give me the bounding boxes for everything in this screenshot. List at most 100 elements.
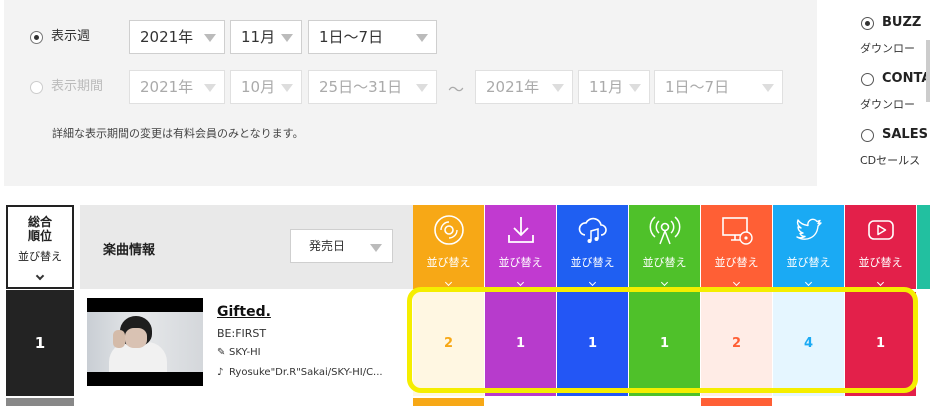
radio-column-header[interactable]: 並び替え [629, 205, 700, 289]
radio-sort-label: 並び替え [642, 256, 687, 269]
twitter-rank-cell: 4 [773, 292, 844, 396]
music-note-icon: ♪ [217, 367, 224, 378]
week-month-select[interactable]: 11月 [230, 20, 302, 54]
buzz-desc: ダウンロー [860, 42, 915, 55]
chevron-down-icon [281, 34, 293, 42]
pc-icon [721, 217, 753, 245]
chevron-down-icon [416, 34, 428, 42]
week-year-select[interactable]: 2021年 [129, 20, 225, 54]
song-info-label: 楽曲情報 [103, 243, 156, 258]
composer-name: Ryosuke"Dr.R"Sakai/SKY-HI/C... [229, 367, 383, 378]
download-sort-label: 並び替え [498, 256, 543, 269]
streaming-column-header[interactable]: 並び替え [557, 205, 628, 289]
song-info-cell: Gifted. BE:FIRST ✎ SKY-HI ♪ Ryosuke"Dr.R"S… [80, 290, 413, 396]
pencil-icon: ✎ [217, 347, 226, 358]
chevron-down-icon [444, 278, 453, 287]
period-from-month-value: 10月 [241, 78, 276, 96]
youtube-rank-cell: 1 [845, 292, 916, 396]
chevron-down-icon [552, 84, 564, 92]
chevron-down-icon [416, 84, 428, 92]
filter-panel: 表示週 2021年 11月 1日〜7日 表示期間 2021年 10月 25日〜3… [4, 0, 817, 186]
chevron-down-icon [804, 278, 813, 287]
sales-desc: CDセールス [860, 154, 921, 167]
period-to-year-select[interactable]: 2021年 [475, 70, 573, 104]
chevron-down-icon [204, 34, 216, 42]
week-label: 表示週 [51, 29, 91, 44]
contents-label: CONTA [882, 71, 930, 86]
song-artist: BE:FIRST [217, 327, 267, 340]
next-row-strip [6, 398, 74, 406]
period-separator: 〜 [448, 80, 465, 99]
period-from-range-select[interactable]: 25日〜31日 [308, 70, 437, 104]
chevron-down-icon [876, 278, 885, 287]
streaming-sort-label: 並び替え [570, 256, 615, 269]
week-year-value: 2021年 [140, 28, 194, 46]
song-title-link[interactable]: Gifted. [217, 304, 271, 320]
period-to-month-value: 11月 [589, 78, 624, 96]
radio-icon [649, 216, 680, 245]
period-from-range-value: 25日〜31日 [319, 78, 403, 96]
lyricist-name: SKY-HI [229, 347, 261, 358]
release-date-sort-value: 発売日 [309, 239, 346, 253]
chevron-down-icon [660, 278, 669, 287]
rank-header[interactable]: 総合 順位 並び替え [6, 205, 74, 289]
period-label: 表示期間 [51, 79, 104, 94]
song-info-header: 楽曲情報 発売日 [80, 205, 413, 289]
week-radio[interactable] [30, 31, 43, 44]
download-column-header[interactable]: 並び替え [485, 205, 556, 289]
pc-sort-label: 並び替え [714, 256, 759, 269]
twitter-icon [795, 218, 822, 240]
rank-sort-label: 並び替え [18, 250, 62, 263]
next-row-strip [413, 398, 484, 406]
chevron-down-icon [281, 84, 293, 92]
period-to-range-select[interactable]: 1日〜7日 [654, 70, 783, 104]
pc-column-header[interactable]: 並び替え [701, 205, 772, 289]
chevron-down-icon [516, 278, 525, 287]
next-row-strip [701, 398, 772, 406]
period-from-year-value: 2021年 [140, 78, 194, 96]
sales-label: SALES [882, 127, 928, 142]
period-to-range-value: 1日〜7日 [665, 78, 730, 96]
scrollbar[interactable] [926, 40, 930, 102]
cd-sort-label: 並び替え [426, 256, 471, 269]
lyricist: ✎ SKY-HI [217, 347, 261, 358]
sales-radio[interactable] [861, 129, 874, 142]
buzz-radio[interactable] [861, 17, 874, 30]
rank-header-line2: 順位 [27, 229, 52, 243]
streaming-rank-cell: 1 [557, 292, 628, 396]
youtube-column-header[interactable]: 並び替え [845, 205, 916, 289]
week-range-select[interactable]: 1日〜7日 [308, 20, 437, 54]
chevron-down-icon [35, 271, 45, 281]
twitter-column-header[interactable]: 並び替え [773, 205, 844, 289]
chevron-down-icon [762, 84, 774, 92]
period-from-month-select[interactable]: 10月 [230, 70, 302, 104]
chevron-down-icon [629, 84, 641, 92]
download-icon [507, 217, 534, 243]
download-rank-cell: 1 [485, 292, 556, 396]
cd-icon [433, 215, 464, 245]
cd-sales-column-header[interactable]: 並び替え [413, 205, 484, 289]
release-date-sort-select[interactable]: 発売日 [290, 229, 393, 263]
song-thumbnail[interactable] [87, 298, 203, 386]
youtube-icon [867, 220, 894, 240]
contents-desc: ダウンロー [860, 98, 915, 111]
period-to-year-value: 2021年 [486, 78, 540, 96]
chevron-down-icon [370, 244, 382, 252]
period-from-year-select[interactable]: 2021年 [129, 70, 225, 104]
youtube-sort-label: 並び替え [858, 256, 903, 269]
contents-radio[interactable] [861, 73, 874, 86]
stream-cloud-icon [578, 217, 607, 243]
rank-header-line1: 総合 [27, 215, 52, 229]
chevron-down-icon [204, 84, 216, 92]
week-range-value: 1日〜7日 [319, 28, 384, 46]
composer: ♪ Ryosuke"Dr.R"Sakai/SKY-HI/C... [217, 367, 405, 378]
chevron-down-icon [732, 278, 741, 287]
cd-rank-cell: 2 [413, 292, 484, 396]
buzz-label: BUZZ [882, 15, 922, 30]
chevron-down-icon [588, 278, 597, 287]
period-to-month-select[interactable]: 11月 [578, 70, 650, 104]
period-radio[interactable] [30, 81, 43, 94]
next-column-header-edge [917, 205, 930, 289]
page: 表示週 2021年 11月 1日〜7日 表示期間 2021年 10月 25日〜3… [0, 0, 930, 406]
member-note: 詳細な表示期間の変更は有料会員のみとなります。 [52, 127, 304, 140]
